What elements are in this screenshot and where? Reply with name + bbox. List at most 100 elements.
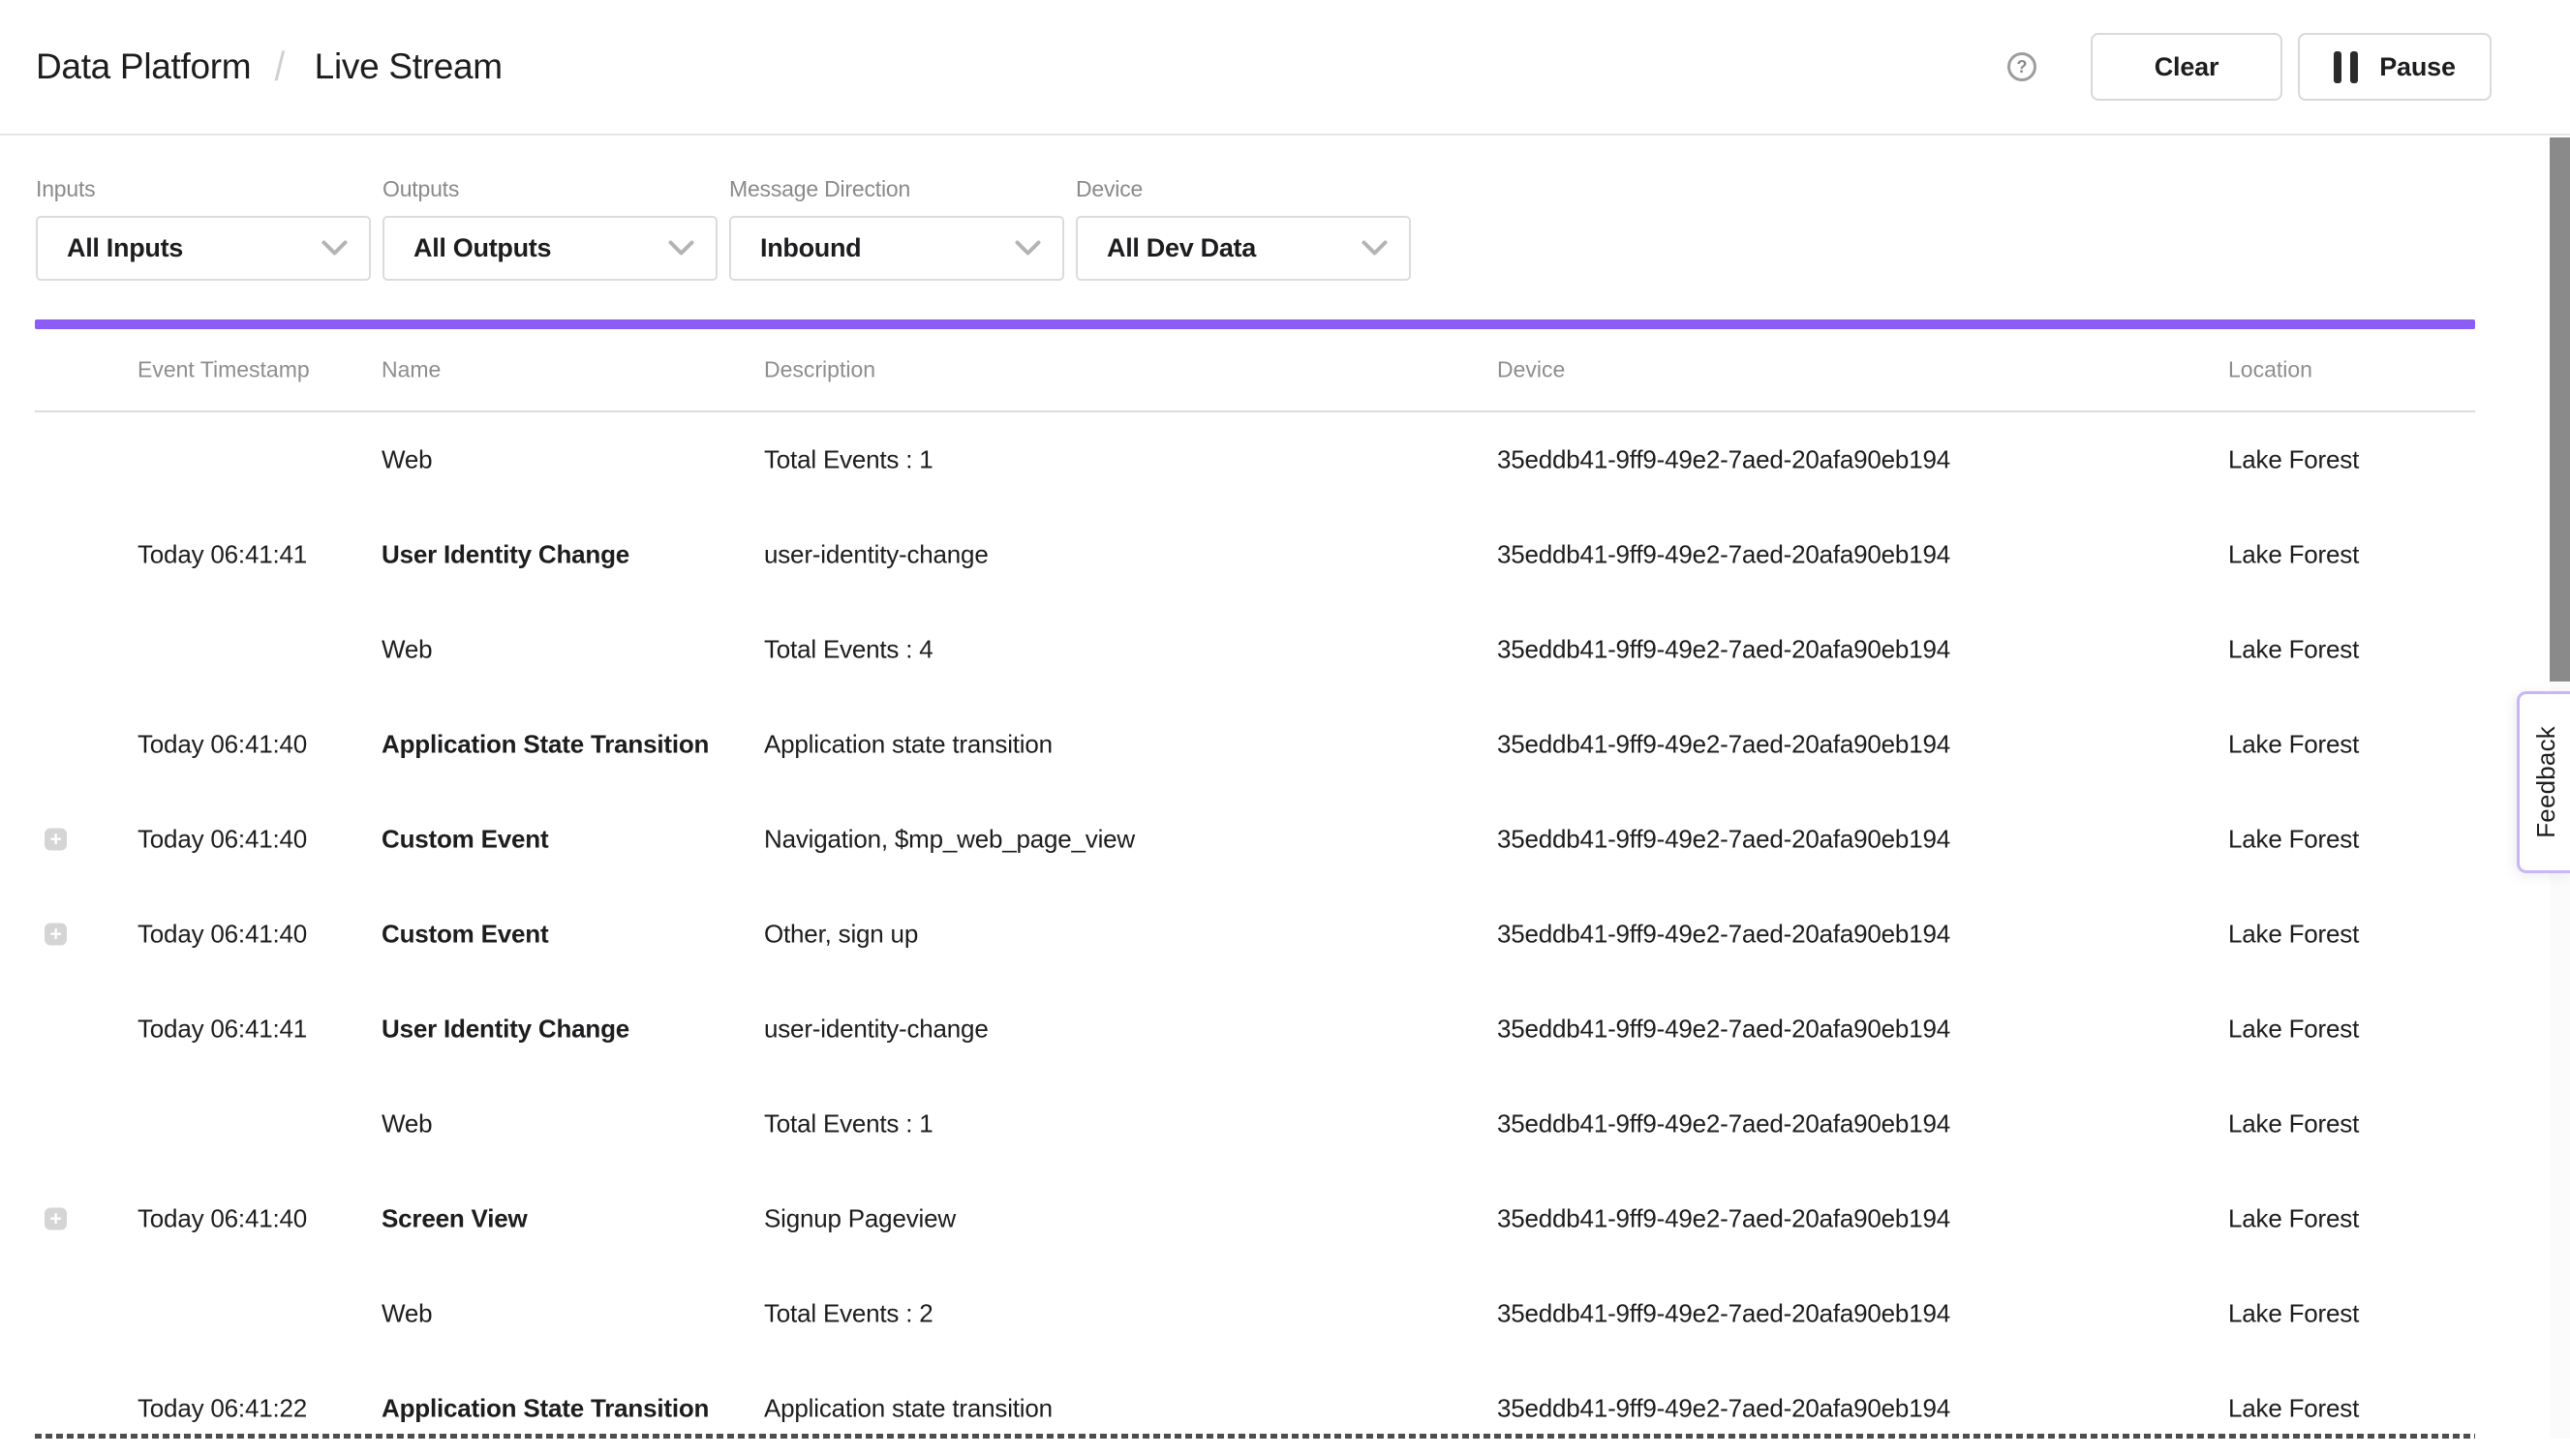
cell-description: Application state transition (764, 730, 1053, 760)
table-row: + Web Total Events : 2 35eddb41-9ff9-49e… (35, 1266, 2475, 1361)
clear-button[interactable]: Clear (2091, 33, 2282, 101)
dropdown-selected-value: Inbound (760, 233, 861, 263)
table-row: + Today 06:41:40 Application State Trans… (35, 697, 2475, 792)
cell-location: Lake Forest (2228, 1109, 2359, 1139)
filter-inputs: Inputs All Inputs (36, 176, 371, 281)
cell-name: Screen View (382, 1204, 528, 1234)
top-bar: Data Platform / Live Stream ? Clear Paus… (0, 0, 2570, 136)
cell-event-timestamp: Today 06:41:40 (138, 825, 307, 855)
plus-icon: + (45, 924, 67, 946)
dropdown-selected-value: All Dev Data (1107, 233, 1256, 263)
cell-location: Lake Forest (2228, 635, 2359, 665)
filter-label: Message Direction (729, 176, 1064, 202)
cell-description: Application state transition (764, 1394, 1053, 1424)
column-header-name: Name (382, 357, 441, 383)
cell-name: User Identity Change (382, 540, 629, 570)
cell-name: Web (382, 445, 432, 475)
table-row[interactable]: + Today 06:41:40 Custom Event Navigation… (35, 792, 2475, 887)
cell-location: Lake Forest (2228, 730, 2359, 760)
inputs-dropdown[interactable]: All Inputs (36, 216, 371, 281)
chevron-down-icon (668, 240, 694, 257)
cell-event-timestamp: Today 06:41:22 (138, 1394, 307, 1424)
cell-device: 35eddb41-9ff9-49e2-7aed-20afa90eb194 (1497, 1204, 1950, 1234)
table-row: + Web Total Events : 1 35eddb41-9ff9-49e… (35, 412, 2475, 507)
table-row: + Today 06:41:41 User Identity Change us… (35, 507, 2475, 602)
table-row[interactable]: + Today 06:41:40 Custom Event Other, sig… (35, 887, 2475, 982)
table-row: + Today 06:41:41 User Identity Change us… (35, 982, 2475, 1077)
cell-location: Lake Forest (2228, 540, 2359, 570)
help-icon[interactable]: ? (2007, 52, 2036, 81)
pause-icon (2334, 51, 2358, 83)
cell-description: Total Events : 1 (764, 1109, 933, 1139)
top-bar-actions: ? Clear Pause (2007, 33, 2492, 101)
expand-row-button[interactable]: + (45, 829, 67, 851)
filter-label: Device (1076, 176, 1411, 202)
chevron-down-icon (321, 240, 348, 257)
cell-location: Lake Forest (2228, 445, 2359, 475)
expand-row-button[interactable]: + (45, 924, 67, 946)
chevron-down-icon (1015, 240, 1041, 257)
dropdown-selected-value: All Inputs (67, 233, 183, 263)
column-header-location: Location (2228, 357, 2312, 383)
cell-description: Navigation, $mp_web_page_view (764, 825, 1135, 855)
cell-location: Lake Forest (2228, 920, 2359, 950)
live-stream-table: Event Timestamp Name Description Device … (35, 329, 2475, 1456)
breadcrumb-separator-icon: / (275, 44, 285, 90)
breadcrumb-root[interactable]: Data Platform (36, 46, 251, 87)
cell-location: Lake Forest (2228, 1015, 2359, 1045)
filter-device: Device All Dev Data (1076, 176, 1411, 281)
cell-name: Web (382, 1109, 432, 1139)
cell-description: Other, sign up (764, 920, 918, 950)
cell-name: Web (382, 635, 432, 665)
column-header-device: Device (1497, 357, 1565, 383)
cell-name: Application State Transition (382, 730, 709, 760)
message-direction-dropdown[interactable]: Inbound (729, 216, 1064, 281)
cell-device: 35eddb41-9ff9-49e2-7aed-20afa90eb194 (1497, 730, 1950, 760)
breadcrumb: Data Platform / Live Stream (36, 44, 503, 90)
plus-icon: + (45, 1208, 67, 1230)
cell-name: User Identity Change (382, 1015, 629, 1045)
cell-event-timestamp: Today 06:41:41 (138, 1015, 307, 1045)
plus-icon: + (45, 829, 67, 851)
cell-description: Total Events : 4 (764, 635, 933, 665)
pause-button[interactable]: Pause (2298, 33, 2492, 101)
table-row: + Today 06:41:22 Application State Trans… (35, 1361, 2475, 1456)
cell-name: Custom Event (382, 920, 548, 950)
cell-location: Lake Forest (2228, 825, 2359, 855)
pause-button-label: Pause (2379, 52, 2456, 82)
cell-description: Signup Pageview (764, 1204, 956, 1234)
filter-label: Outputs (382, 176, 718, 202)
cell-location: Lake Forest (2228, 1299, 2359, 1329)
cell-location: Lake Forest (2228, 1394, 2359, 1424)
cell-event-timestamp: Today 06:41:40 (138, 730, 307, 760)
cell-device: 35eddb41-9ff9-49e2-7aed-20afa90eb194 (1497, 825, 1950, 855)
table-body: + Web Total Events : 1 35eddb41-9ff9-49e… (35, 412, 2475, 1456)
cell-description: Total Events : 1 (764, 445, 933, 475)
filter-message-direction: Message Direction Inbound (729, 176, 1064, 281)
cell-description: Total Events : 2 (764, 1299, 933, 1329)
table-row[interactable]: + Today 06:41:40 Screen View Signup Page… (35, 1171, 2475, 1266)
filter-label: Inputs (36, 176, 371, 202)
feedback-tab[interactable]: Feedback (2517, 691, 2570, 873)
cell-event-timestamp: Today 06:41:41 (138, 540, 307, 570)
column-header-event-timestamp: Event Timestamp (138, 357, 310, 383)
dropdown-selected-value: All Outputs (413, 233, 551, 263)
column-header-description: Description (764, 357, 875, 383)
table-row: + Web Total Events : 1 35eddb41-9ff9-49e… (35, 1077, 2475, 1171)
expand-row-button[interactable]: + (45, 1208, 67, 1230)
outputs-dropdown[interactable]: All Outputs (382, 216, 718, 281)
table-header-row: Event Timestamp Name Description Device … (35, 329, 2475, 412)
cell-description: user-identity-change (764, 1015, 989, 1045)
cell-device: 35eddb41-9ff9-49e2-7aed-20afa90eb194 (1497, 1109, 1950, 1139)
filter-outputs: Outputs All Outputs (382, 176, 718, 281)
cell-location: Lake Forest (2228, 1204, 2359, 1234)
breadcrumb-current: Live Stream (315, 46, 503, 87)
cell-description: user-identity-change (764, 540, 989, 570)
chevron-down-icon (1361, 240, 1388, 257)
cell-device: 35eddb41-9ff9-49e2-7aed-20afa90eb194 (1497, 445, 1950, 475)
cell-name: Web (382, 1299, 432, 1329)
filter-bar: Inputs All Inputs Outputs All Outputs Me… (36, 176, 1411, 281)
device-dropdown[interactable]: All Dev Data (1076, 216, 1411, 281)
scrollbar-thumb[interactable] (2550, 137, 2570, 682)
cell-device: 35eddb41-9ff9-49e2-7aed-20afa90eb194 (1497, 540, 1950, 570)
